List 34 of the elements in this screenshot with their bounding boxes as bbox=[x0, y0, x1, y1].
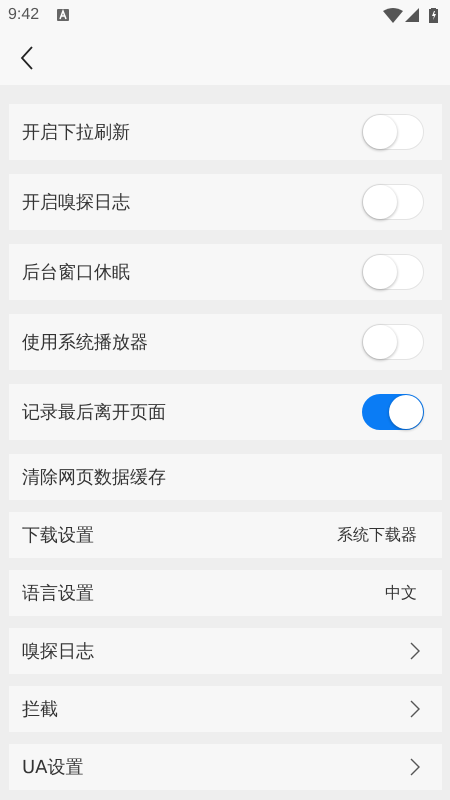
settings-row[interactable]: 拦截 bbox=[9, 686, 442, 732]
row-label: 清除网页数据缓存 bbox=[22, 466, 167, 489]
wifi-icon bbox=[383, 8, 403, 22]
settings-row[interactable]: 开启下拉刷新 bbox=[9, 104, 442, 160]
row-label: 开启下拉刷新 bbox=[22, 121, 131, 144]
settings-row[interactable]: 清除网页数据缓存 bbox=[9, 454, 442, 500]
settings-row[interactable]: 嗅探日志 bbox=[9, 628, 442, 674]
row-label: UA设置 bbox=[22, 756, 84, 779]
row-value: 系统下载器 bbox=[337, 524, 417, 546]
back-icon[interactable] bbox=[20, 46, 34, 70]
row-label: 使用系统播放器 bbox=[22, 331, 149, 354]
row-label: 记录最后离开页面 bbox=[22, 401, 167, 424]
row-label: 开启嗅探日志 bbox=[22, 191, 131, 214]
row-label: 嗅探日志 bbox=[22, 640, 95, 663]
settings-row[interactable]: 使用系统播放器 bbox=[9, 314, 442, 370]
toggle-switch[interactable] bbox=[362, 394, 424, 430]
settings-row[interactable]: 开启嗅探日志 bbox=[9, 174, 442, 230]
chevron-right-icon bbox=[410, 758, 420, 776]
notification-icon bbox=[57, 9, 70, 21]
settings-row[interactable]: UA设置 bbox=[9, 744, 442, 790]
settings-row[interactable]: 后台窗口休眠 bbox=[9, 244, 442, 300]
chevron-right-icon bbox=[410, 642, 420, 660]
chevron-right-icon bbox=[410, 700, 420, 718]
settings-row[interactable]: 记录最后离开页面 bbox=[9, 384, 442, 440]
row-value: 中文 bbox=[385, 582, 417, 604]
settings-row[interactable]: 语言设置 中文 bbox=[9, 570, 442, 616]
row-label: 后台窗口休眠 bbox=[22, 261, 131, 284]
row-label: 语言设置 bbox=[22, 582, 95, 605]
row-label: 拦截 bbox=[22, 698, 59, 721]
status-time: 9:42 bbox=[8, 6, 40, 24]
settings-row[interactable]: 下载设置 系统下载器 bbox=[9, 512, 442, 558]
row-label: 下载设置 bbox=[22, 524, 95, 547]
battery-icon bbox=[429, 7, 438, 23]
signal-icon bbox=[405, 8, 419, 22]
